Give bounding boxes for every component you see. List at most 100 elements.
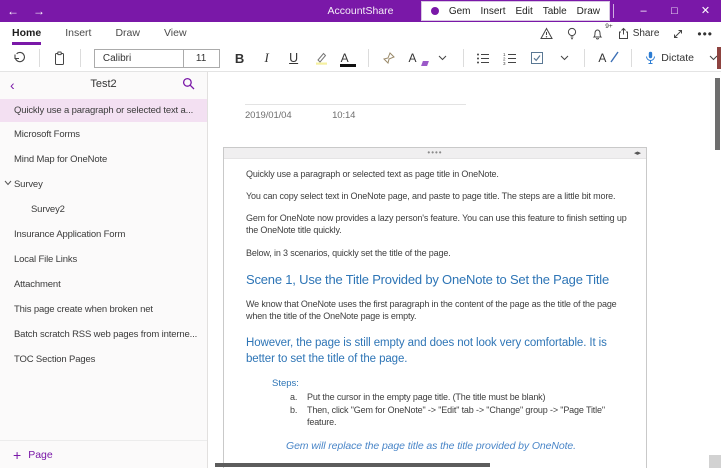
sidebar-header: ‹ Test2: [0, 72, 207, 99]
outline-container-header[interactable]: •••• ◂▸: [224, 148, 646, 159]
paragraph-blue[interactable]: However, the page is still empty and doe…: [246, 335, 632, 367]
share-button[interactable]: Share: [617, 27, 660, 40]
gem-menu-gem[interactable]: Gem: [449, 6, 471, 17]
page-item-survey[interactable]: Survey: [0, 172, 207, 197]
fullscreen-diagonal-icon[interactable]: [672, 28, 684, 40]
numbered-list-button[interactable]: 123: [503, 52, 517, 65]
page-title-underline[interactable]: [245, 104, 466, 105]
back-arrow-icon[interactable]: ←: [0, 4, 26, 18]
page-item-microsoft-forms[interactable]: Microsoft Forms: [0, 122, 207, 147]
gem-menu-insert[interactable]: Insert: [481, 6, 506, 17]
ribbon-overflow-ellipsis-icon[interactable]: •••: [697, 27, 713, 41]
toolbar-divider: [80, 49, 81, 67]
container-grip-icon[interactable]: ••••: [224, 147, 646, 158]
format-painter-button[interactable]: [382, 51, 396, 65]
add-page-label: Page: [28, 449, 53, 461]
collapse-chevron-icon[interactable]: [4, 180, 12, 186]
gem-menu-edit[interactable]: Edit: [516, 6, 533, 17]
container-resize-icon[interactable]: ◂▸: [634, 148, 641, 159]
home-ribbon-toolbar: Calibri 11 B I U A A 123: [0, 45, 721, 72]
search-icon[interactable]: [182, 77, 195, 90]
add-page-button[interactable]: + Page: [0, 440, 207, 468]
clear-formatting-button[interactable]: A: [409, 51, 423, 65]
font-color-button[interactable]: A: [341, 51, 355, 65]
highlighter-button[interactable]: [314, 51, 328, 65]
page-item-toc-section[interactable]: TOC Section Pages: [0, 347, 207, 372]
scene1-heading[interactable]: Scene 1, Use the Title Provided by OneNo…: [246, 272, 632, 287]
paragraph[interactable]: Gem for OneNote now provides a lazy pers…: [246, 212, 632, 236]
tab-draw[interactable]: Draw: [115, 22, 140, 45]
page-item-insurance-form[interactable]: Insurance Application Form: [0, 222, 207, 247]
maximize-button[interactable]: □: [659, 0, 690, 22]
font-name-select[interactable]: Calibri: [95, 50, 183, 67]
dictate-label: Dictate: [661, 52, 694, 64]
eraser-icon: [421, 61, 429, 66]
lightbulb-icon[interactable]: [566, 27, 578, 40]
page-list-sidebar: ‹ Test2 Quickly use a paragraph or selec…: [0, 72, 208, 468]
paragraph[interactable]: Quickly use a paragraph or selected text…: [246, 168, 632, 180]
page-item-broken-net[interactable]: This page create when broken net: [0, 297, 207, 322]
toolbar-divider: [584, 49, 585, 67]
ribbon-right-icons: 9+ Share •••: [540, 22, 713, 45]
todo-tag-checkbox-button[interactable]: [530, 51, 544, 65]
bullet-list-button[interactable]: [476, 52, 490, 65]
page-item-survey2[interactable]: Survey2: [0, 197, 207, 222]
notification-badge: 9+: [605, 23, 612, 30]
paragraph[interactable]: Below, in 3 scenarios, quickly set the t…: [246, 247, 632, 259]
gem-note-italic[interactable]: Gem will replace the page title as the t…: [286, 440, 632, 452]
gem-menu-table[interactable]: Table: [543, 6, 567, 17]
page-canvas[interactable]: 2019/01/04 10:14 •••• ◂▸ Quickly use a p…: [208, 72, 721, 468]
undo-button[interactable]: [12, 51, 26, 65]
paragraph[interactable]: We know that OneNote uses the first para…: [246, 298, 632, 322]
vertical-scrollbar-thumb[interactable]: [715, 78, 720, 150]
italic-button[interactable]: I: [260, 50, 274, 66]
close-button[interactable]: ✕: [690, 0, 721, 22]
window-controls: – □ ✕: [613, 0, 721, 22]
page-item-batch-rss[interactable]: Batch scratch RSS web pages from interne…: [0, 322, 207, 347]
page-timestamp: 2019/01/04 10:14: [245, 110, 355, 121]
share-label: Share: [633, 28, 660, 39]
forward-arrow-icon[interactable]: →: [26, 4, 52, 18]
scrollbar-upper-accent: [717, 47, 721, 69]
title-bar: ← → AccountShare Gem Insert Edit Table D…: [0, 0, 721, 22]
bold-button[interactable]: B: [233, 51, 247, 66]
font-controls: Calibri 11: [94, 49, 220, 68]
tags-dropdown-chevron-icon[interactable]: [557, 55, 571, 61]
formatting-dropdown-chevron-icon[interactable]: [436, 55, 450, 61]
svg-text:3: 3: [503, 61, 506, 65]
steps-label[interactable]: Steps:: [272, 378, 632, 389]
step-item-a[interactable]: a. Put the cursor in the empty page titl…: [290, 392, 632, 404]
font-color-swatch: [340, 64, 356, 67]
gem-addin-menubar: Gem Insert Edit Table Draw: [422, 2, 609, 20]
step-item-b[interactable]: b. Then, click "Gem for OneNote" -> "Edi…: [290, 405, 632, 429]
underline-button[interactable]: U: [287, 51, 301, 65]
dictate-button[interactable]: Dictate: [645, 51, 694, 65]
ink-editor-button[interactable]: A: [598, 51, 612, 65]
page-date: 2019/01/04: [245, 110, 292, 121]
page-item-local-file-links[interactable]: Local File Links: [0, 247, 207, 272]
tab-insert[interactable]: Insert: [65, 22, 91, 45]
toolbar-divider: [463, 49, 464, 67]
horizontal-scrollbar-thumb[interactable]: [215, 463, 490, 467]
plus-icon: +: [13, 448, 21, 462]
toolbar-divider: [368, 49, 369, 67]
note-text-content: Quickly use a paragraph or selected text…: [224, 159, 646, 452]
paste-clipboard-button[interactable]: [53, 51, 67, 66]
note-outline-container[interactable]: •••• ◂▸ Quickly use a paragraph or selec…: [223, 147, 647, 468]
alert-triangle-icon[interactable]: [540, 27, 553, 40]
toolbar-divider: [39, 49, 40, 67]
tab-view[interactable]: View: [164, 22, 187, 45]
paragraph[interactable]: You can copy select text in OneNote page…: [246, 190, 632, 202]
page-item-attachment[interactable]: Attachment: [0, 272, 207, 297]
page-item-quickly-use[interactable]: Quickly use a paragraph or selected text…: [0, 99, 207, 122]
page-item-mind-map[interactable]: Mind Map for OneNote: [0, 147, 207, 172]
app-body: ‹ Test2 Quickly use a paragraph or selec…: [0, 72, 721, 468]
font-size-select[interactable]: 11: [184, 50, 219, 67]
ribbon-tab-bar: Home Insert Draw View 9+ Share •••: [0, 22, 721, 45]
minimize-button[interactable]: –: [628, 0, 659, 22]
toolbar-divider: [631, 49, 632, 67]
tab-home[interactable]: Home: [12, 22, 41, 45]
gem-menu-draw[interactable]: Draw: [577, 6, 600, 17]
notifications-bell-icon[interactable]: 9+: [591, 27, 604, 40]
steps-list: a. Put the cursor in the empty page titl…: [290, 392, 632, 429]
